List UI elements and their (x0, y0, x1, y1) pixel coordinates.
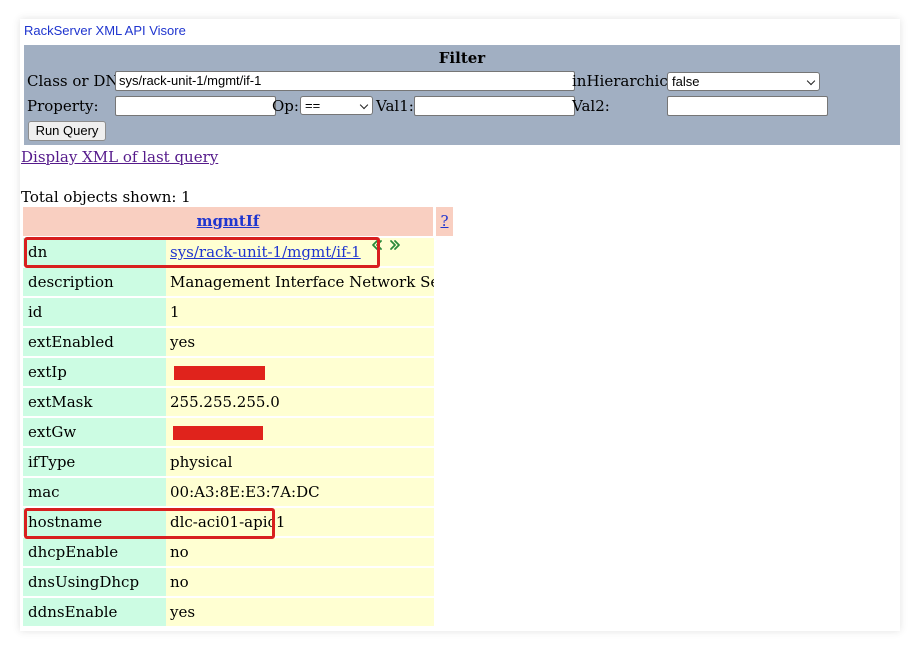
property-key: extEnabled (23, 328, 166, 356)
val2-input[interactable] (667, 96, 828, 116)
object-class-header: mgmtIf (23, 207, 433, 236)
property-row-description: description Management Interface Network… (23, 268, 434, 296)
property-value (166, 358, 434, 386)
property-row-dnsusingdhcp: dnsUsingDhcp no (23, 568, 434, 596)
property-value: Management Interface Network Settings (166, 268, 434, 296)
display-xml-link-text: Display XML of last query (21, 148, 219, 166)
help-link[interactable]: ? (440, 212, 448, 230)
property-row-extmask: extMask 255.255.255.0 (23, 388, 434, 416)
chevron-down-icon (806, 76, 816, 86)
property-row-mac: mac 00:A3:8E:E3:7A:DC (23, 478, 434, 506)
redaction-mark (174, 366, 265, 380)
property-value: 255.255.255.0 (166, 388, 434, 416)
property-key: mac (23, 478, 166, 506)
highlight-box-dn (24, 237, 380, 268)
property-value: 00:A3:8E:E3:7A:DC (166, 478, 434, 506)
highlight-box-hostname (24, 508, 275, 539)
op-select[interactable]: == (300, 96, 373, 115)
page-title: RackServer XML API Visore (24, 23, 186, 38)
property-key: ifType (23, 448, 166, 476)
property-row-extgw: extGw (23, 418, 434, 446)
op-value: == (305, 98, 321, 113)
property-row-id: id 1 (23, 298, 434, 326)
chevron-right-double-icon[interactable] (390, 240, 401, 250)
mgmtif-class-link[interactable]: mgmtIf (197, 212, 260, 230)
op-label: Op: (272, 97, 299, 115)
filter-heading: Filter (438, 49, 486, 67)
property-row-extip: extIp (23, 358, 434, 386)
property-row-iftype: ifType physical (23, 448, 434, 476)
property-key: extMask (23, 388, 166, 416)
property-key: ddnsEnable (23, 598, 166, 626)
property-key: description (23, 268, 166, 296)
property-value: yes (166, 328, 434, 356)
property-key: id (23, 298, 166, 326)
visore-page: RackServer XML API Visore Filter Class o… (20, 19, 900, 631)
property-value: no (166, 568, 434, 596)
val1-label: Val1: (376, 97, 414, 115)
property-value: yes (166, 598, 434, 626)
in-hierarchical-select[interactable]: false (667, 72, 820, 91)
val2-label: Val2: (572, 97, 610, 115)
class-or-dn-label: Class or DN: (27, 72, 124, 90)
class-or-dn-input[interactable]: sys/rack-unit-1/mgmt/if-1 (115, 71, 575, 91)
property-row-ddnsenable: ddnsEnable yes (23, 598, 434, 626)
property-label: Property: (27, 97, 99, 115)
help-cell: ? (436, 207, 453, 236)
val1-input[interactable] (414, 96, 575, 116)
in-hierarchical-value: false (672, 74, 700, 89)
property-value: physical (166, 448, 434, 476)
property-key: dnsUsingDhcp (23, 568, 166, 596)
property-value: no (166, 538, 434, 566)
property-input[interactable] (115, 96, 276, 116)
property-row-extenabled: extEnabled yes (23, 328, 434, 356)
property-key: dhcpEnable (23, 538, 166, 566)
display-xml-link[interactable]: Display XML of last query (21, 148, 218, 166)
filter-panel: Filter Class or DN: sys/rack-unit-1/mgmt… (24, 45, 900, 145)
property-row-dhcpenable: dhcpEnable no (23, 538, 434, 566)
total-objects-text: Total objects shown: 1 (21, 188, 191, 206)
run-query-button[interactable]: Run Query (28, 121, 106, 141)
chevron-down-icon (359, 100, 369, 110)
property-key: extIp (23, 358, 166, 386)
property-value (166, 418, 434, 446)
property-value: 1 (166, 298, 434, 326)
redaction-mark (173, 426, 263, 440)
property-key: extGw (23, 418, 166, 446)
in-hierarchical-label: inHierarchical (572, 72, 682, 90)
